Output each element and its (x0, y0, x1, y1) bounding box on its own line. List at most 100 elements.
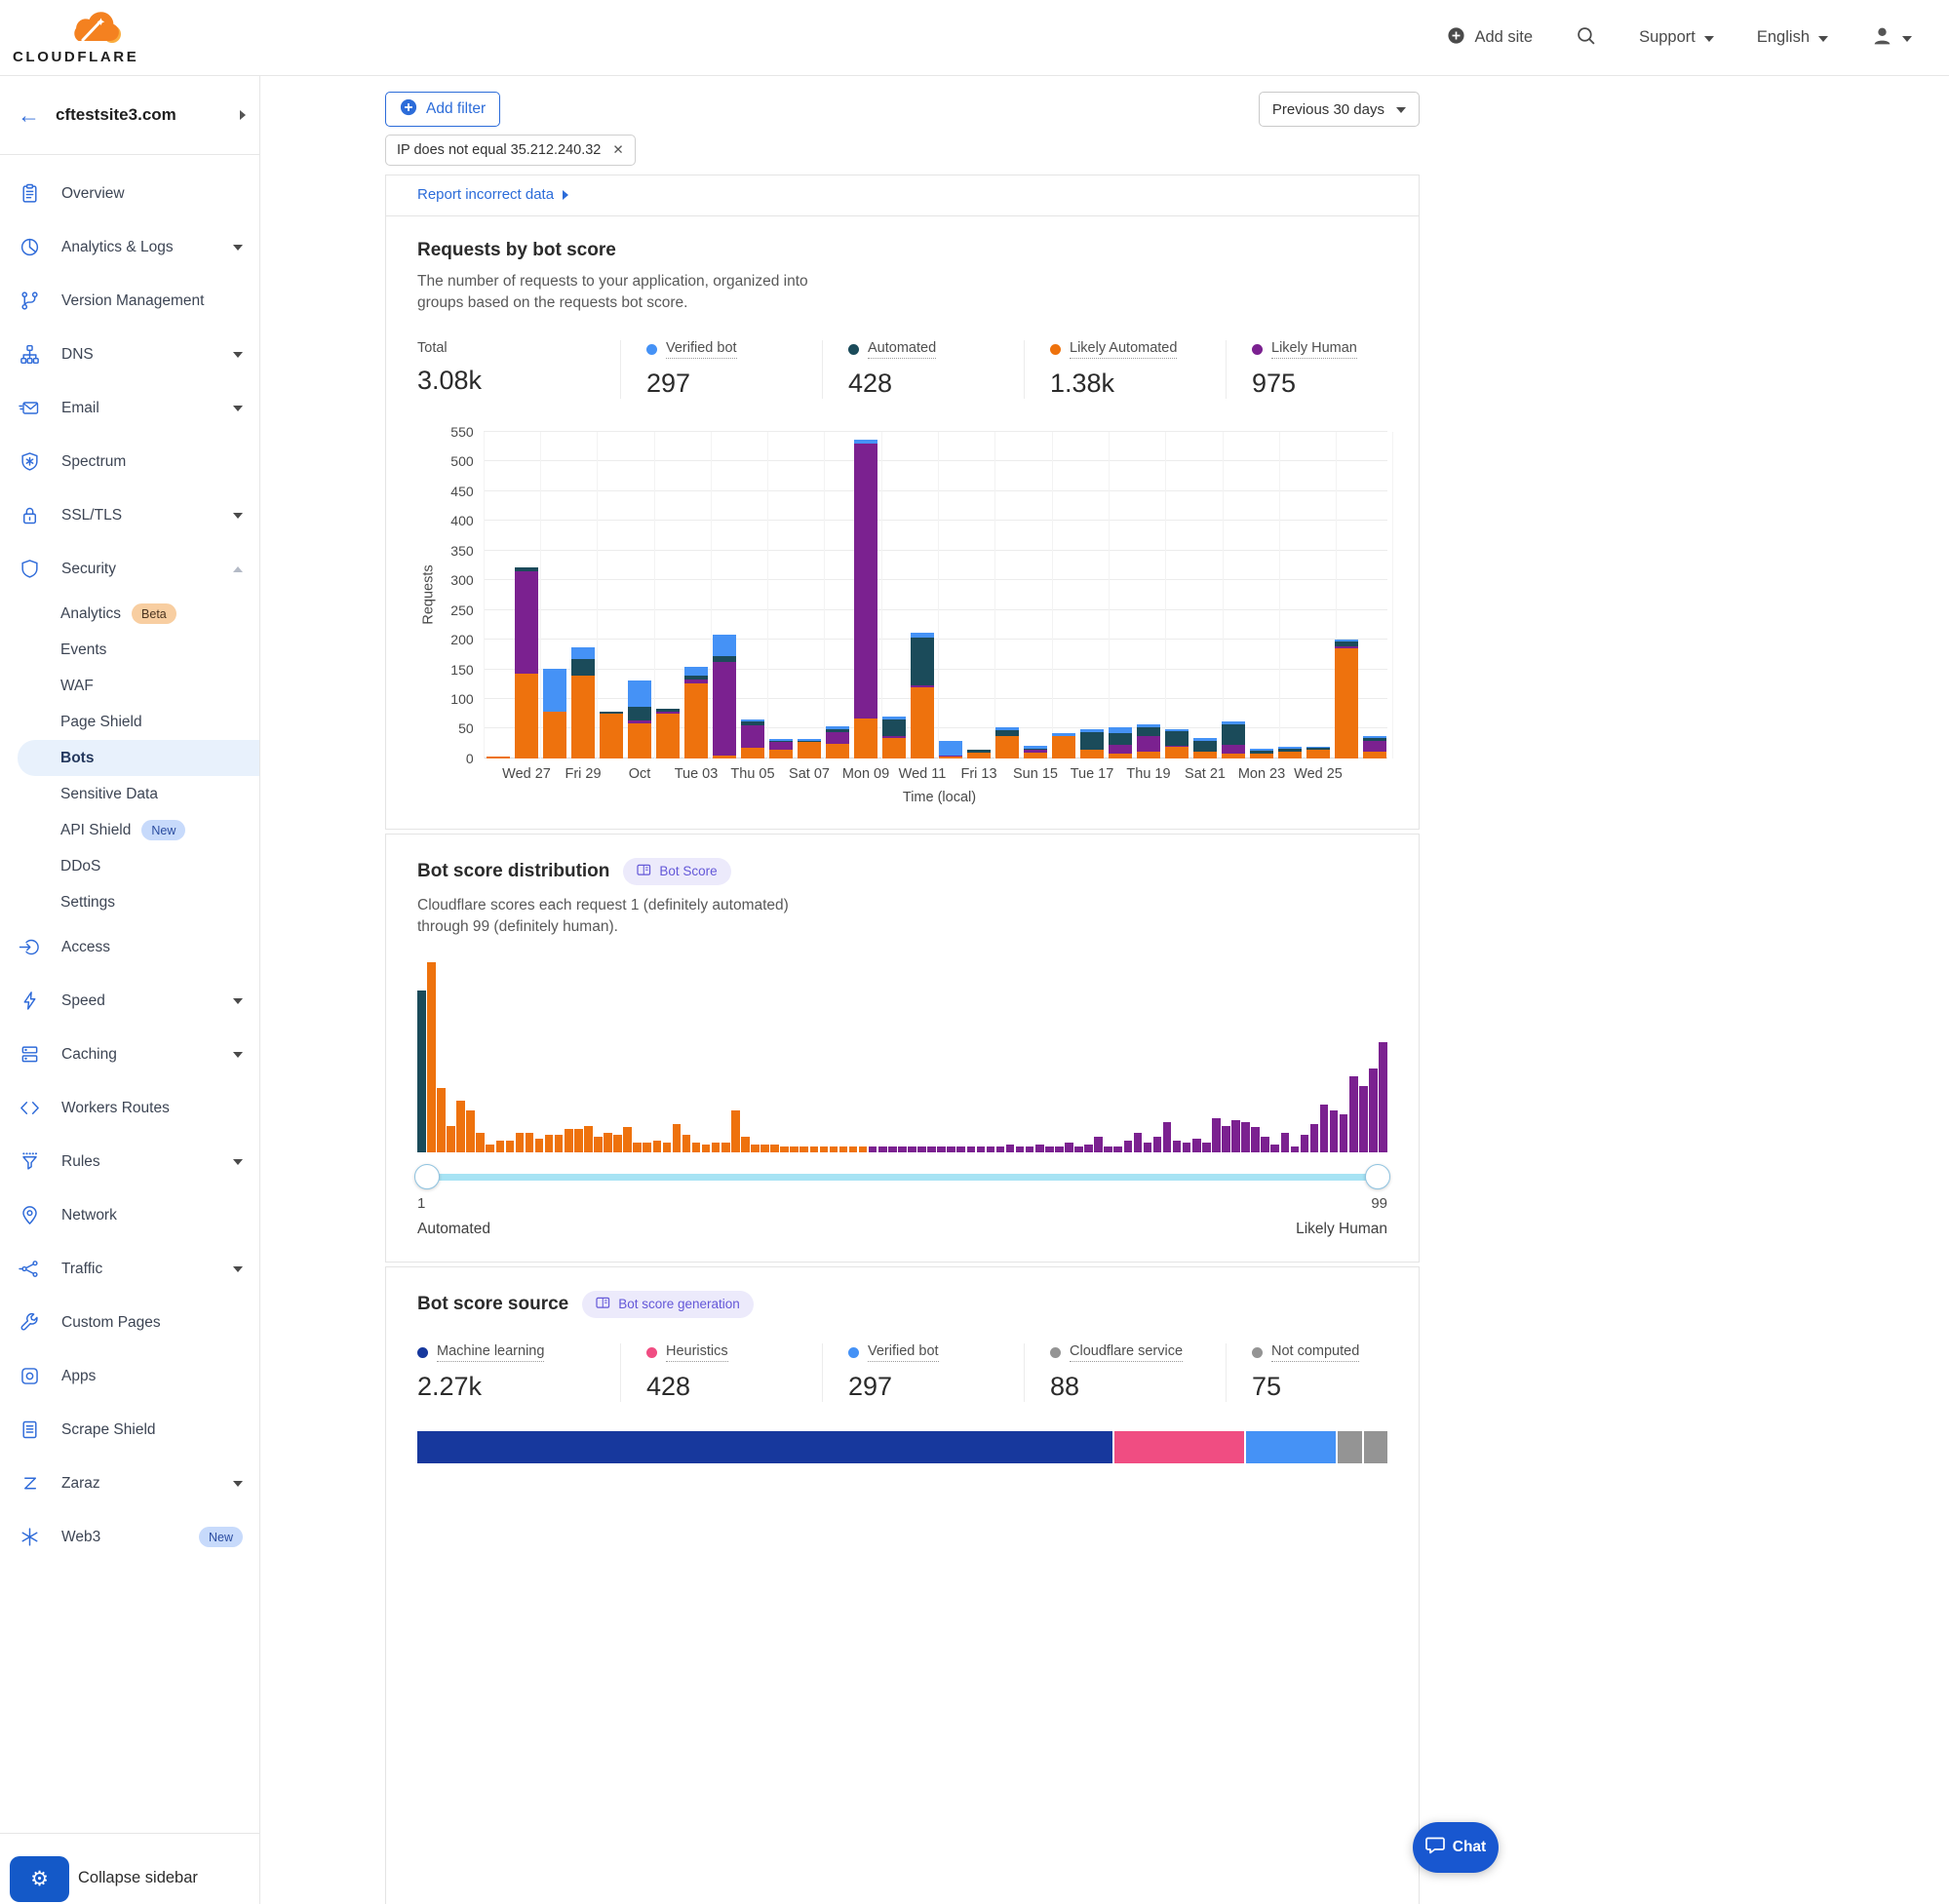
day-bar (995, 727, 1019, 758)
chevron-down-icon (233, 406, 243, 411)
score-bar (799, 1146, 808, 1152)
sidebar-subitem-ddos[interactable]: DDoS (0, 848, 259, 884)
score-bar (1163, 1122, 1172, 1152)
sidebar-item-caching[interactable]: Caching (0, 1028, 259, 1081)
account-menu[interactable] (1871, 24, 1912, 52)
gear-icon[interactable]: ⚙ (10, 1856, 69, 1902)
sidebar-item-apps[interactable]: Apps (0, 1349, 259, 1403)
sidebar-item-zaraz[interactable]: Zaraz (0, 1457, 259, 1510)
sidebar-item-rules[interactable]: Rules (0, 1135, 259, 1188)
sidebar-item-analytics-logs[interactable]: Analytics & Logs (0, 220, 259, 274)
score-bar (496, 1141, 505, 1152)
score-bar (869, 1146, 877, 1152)
report-incorrect-data-link[interactable]: Report incorrect data (417, 186, 568, 203)
legend-dot (848, 344, 859, 355)
sidebar: ← cftestsite3.com Overview Analytics & L… (0, 76, 260, 1904)
stat-total: Total 3.08k (417, 340, 620, 399)
score-bar (1369, 1069, 1378, 1152)
sidebar-item-ssl-tls[interactable]: SSL/TLS (0, 488, 259, 542)
sidebar-item-security[interactable]: Security (0, 542, 259, 596)
sidebar-subitem-bots[interactable]: Bots (18, 740, 259, 776)
cloudflare-bots-dashboard: CLOUDFLARE Add site Support English (0, 0, 1949, 1904)
score-bar (643, 1143, 651, 1152)
back-arrow-icon[interactable]: ← (18, 104, 40, 127)
card-description: The number of requests to your applicati… (417, 271, 838, 315)
day-bar (600, 712, 623, 758)
score-bar (486, 1145, 494, 1152)
site-name: cftestsite3.com (56, 105, 224, 125)
sidebar-item-access[interactable]: Access (0, 920, 259, 974)
sidebar-subitem-sensitive-data[interactable]: Sensitive Data (0, 776, 259, 812)
sidebar-item-dns[interactable]: DNS (0, 328, 259, 381)
score-bar (1291, 1146, 1300, 1152)
score-bar (1065, 1143, 1073, 1152)
sidebar-subitem-events[interactable]: Events (0, 632, 259, 668)
day-bar (911, 633, 934, 758)
card-title: Bot score distribution Bot Score (417, 858, 1387, 885)
sidebar-item-workers-routes[interactable]: Workers Routes (0, 1081, 259, 1135)
sidebar-item-scrape-shield[interactable]: Scrape Shield (0, 1403, 259, 1457)
cloudflare-logo[interactable]: CLOUDFLARE (13, 7, 128, 69)
sidebar-item-traffic[interactable]: Traffic (0, 1242, 259, 1296)
chevron-down-icon (233, 1052, 243, 1058)
sidebar-subitem-analytics[interactable]: AnalyticsBeta (0, 596, 259, 632)
score-bar (417, 991, 426, 1152)
close-icon[interactable]: ✕ (612, 142, 623, 158)
site-selector[interactable]: ← cftestsite3.com (0, 76, 259, 155)
custom-pages-icon (18, 1312, 41, 1333)
slider-track[interactable] (417, 1174, 1387, 1181)
sidebar-subitem-waf[interactable]: WAF (0, 668, 259, 704)
stat-likely-human: Likely Human 975 (1226, 340, 1427, 399)
score-bar (565, 1129, 573, 1151)
day-bar (882, 717, 906, 758)
sidebar-item-web3[interactable]: Web3New (0, 1510, 259, 1564)
legend-dot (1252, 344, 1263, 355)
sidebar-item-email[interactable]: Email (0, 381, 259, 435)
legend-dot (1252, 1347, 1263, 1358)
score-bar (633, 1143, 642, 1152)
score-bar (830, 1146, 838, 1152)
sidebar-item-version-management[interactable]: Version Management (0, 274, 259, 328)
report-row: Report incorrect data (385, 175, 1420, 215)
collapse-sidebar-button[interactable]: ⚙ Collapse sidebar (0, 1833, 259, 1904)
stat-value: 1.38k (1050, 369, 1226, 399)
chevron-right-icon (563, 190, 568, 200)
score-bar (1144, 1143, 1152, 1152)
source-segment-heuristics (1114, 1431, 1246, 1463)
score-bar (427, 962, 436, 1152)
score-bar (682, 1135, 691, 1152)
sidebar-item-spectrum[interactable]: Spectrum (0, 435, 259, 488)
filter-chip[interactable]: IP does not equal 35.212.240.32 ✕ (385, 135, 636, 166)
chat-button[interactable]: Chat (1413, 1822, 1499, 1873)
bot-score-generation-badge[interactable]: Bot score generation (582, 1291, 754, 1318)
add-site-button[interactable]: Add site (1447, 26, 1533, 50)
sidebar-subitem-api-shield[interactable]: API ShieldNew (0, 812, 259, 848)
sidebar-item-network[interactable]: Network (0, 1188, 259, 1242)
sidebar-item-custom-pages[interactable]: Custom Pages (0, 1296, 259, 1349)
support-menu[interactable]: Support (1639, 28, 1714, 47)
chevron-down-icon (233, 998, 243, 1004)
score-bar (584, 1126, 593, 1152)
slider-handle-max[interactable] (1365, 1164, 1390, 1189)
beta-badge: Beta (132, 603, 176, 624)
score-bar (1055, 1146, 1064, 1152)
sidebar-subitem-page-shield[interactable]: Page Shield (0, 704, 259, 740)
slider-handle-min[interactable] (414, 1164, 440, 1189)
score-bar (849, 1146, 858, 1152)
score-bar (574, 1129, 583, 1151)
sidebar-item-overview[interactable]: Overview (0, 167, 259, 220)
date-range-select[interactable]: Previous 30 days (1259, 92, 1420, 127)
bot-score-badge[interactable]: Bot Score (623, 858, 730, 885)
score-histogram (417, 962, 1387, 1152)
search-button[interactable] (1576, 25, 1596, 51)
score-bar (555, 1135, 564, 1152)
score-bar (1202, 1143, 1211, 1152)
stat-not-computed: Not computed 75 (1226, 1343, 1427, 1402)
legend-dot (646, 1347, 657, 1358)
sidebar-item-speed[interactable]: Speed (0, 974, 259, 1028)
sidebar-subitem-settings[interactable]: Settings (0, 884, 259, 920)
score-bar (1251, 1127, 1260, 1151)
language-menu[interactable]: English (1757, 28, 1828, 47)
add-filter-button[interactable]: Add filter (385, 92, 500, 127)
score-bar (623, 1127, 632, 1151)
